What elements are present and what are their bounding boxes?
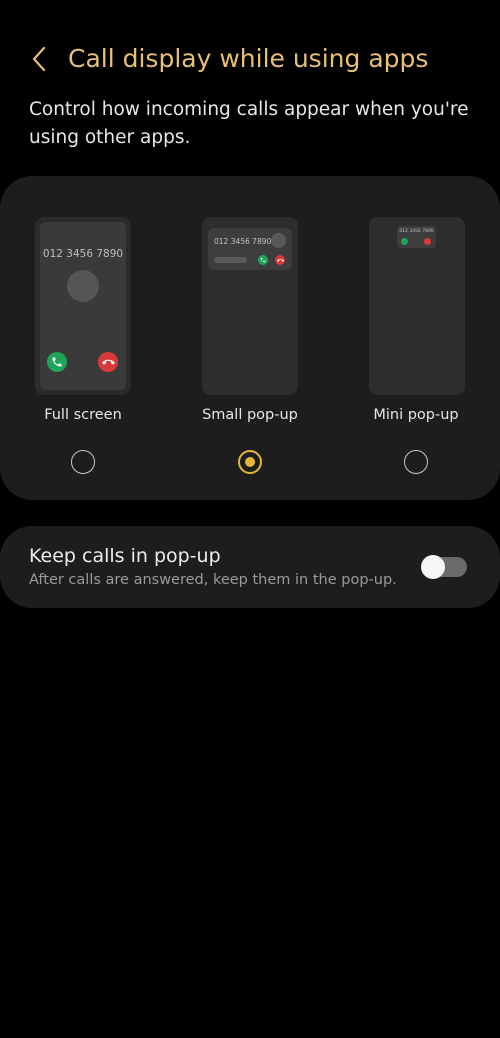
option-full-screen[interactable]: 012 3456 7890 Full screen [0,176,166,500]
accept-call-icon [258,255,268,265]
radio-mini-popup[interactable] [404,450,428,474]
decline-call-icon [424,238,431,245]
decline-call-icon [98,352,118,372]
keep-calls-in-popup-switch[interactable] [421,555,467,579]
page-title: Call display while using apps [68,44,429,73]
switch-thumb [421,555,445,579]
full-screen-preview: 012 3456 7890 [35,217,131,395]
back-button[interactable] [22,42,56,76]
mini-popup-banner: 012 3456 7890 [397,226,436,248]
accept-call-icon [47,352,67,372]
preview-phone-number: 012 3456 7890 [214,237,272,246]
accept-call-icon [401,238,408,245]
small-popup-preview: 012 3456 7890 [202,217,298,395]
option-mini-popup[interactable]: 012 3456 7890 Mini pop-up [333,176,499,500]
avatar [67,270,99,302]
radio-selected-dot [245,457,255,467]
option-label: Small pop-up [202,407,298,423]
option-small-popup[interactable]: 012 3456 7890 Small pop-up [167,176,333,500]
radio-full-screen[interactable] [71,450,95,474]
setting-title: Keep calls in pop-up [29,545,221,567]
avatar [271,233,286,248]
option-label: Full screen [44,407,122,423]
page-description: Control how incoming calls appear when y… [29,99,469,148]
preview-phone-number: 012 3456 7890 [42,248,124,260]
chevron-left-icon [32,46,46,72]
preview-phone-number: 012 3456 7890 [399,229,434,234]
radio-small-popup[interactable] [238,450,262,474]
keep-calls-in-popup-row[interactable]: Keep calls in pop-up After calls are ans… [0,526,500,608]
call-display-options-card: 012 3456 7890 Full screen 012 3456 7890 [0,176,500,500]
full-screen-preview-screen: 012 3456 7890 [40,222,126,390]
setting-subtitle: After calls are answered, keep them in t… [29,572,397,588]
preview-placeholder-bar [214,257,247,263]
option-label: Mini pop-up [373,407,459,423]
decline-call-icon [275,255,285,265]
small-popup-banner: 012 3456 7890 [208,228,292,270]
mini-popup-preview: 012 3456 7890 [369,217,465,395]
